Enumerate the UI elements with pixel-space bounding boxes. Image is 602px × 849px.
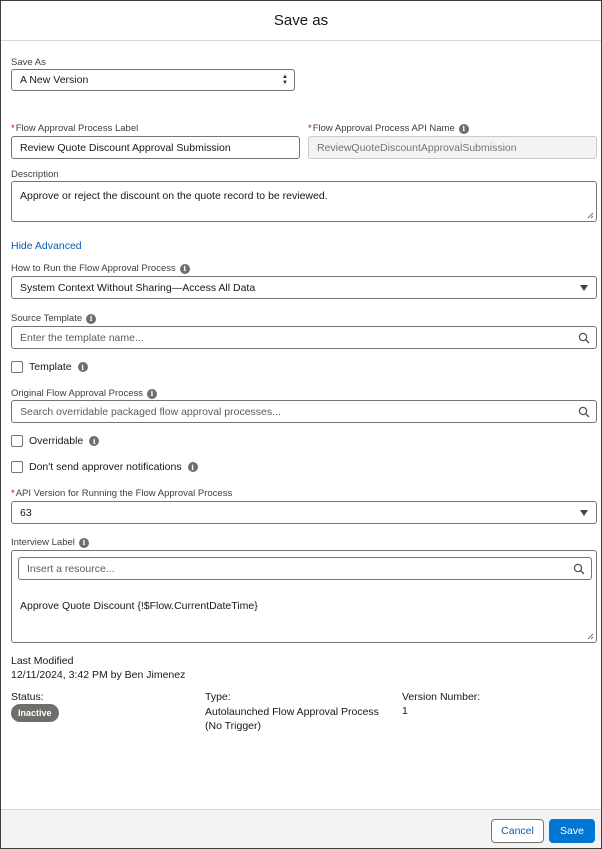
- version-label: Version Number:: [402, 691, 481, 703]
- chevron-down-icon: [580, 509, 588, 516]
- insert-resource-input[interactable]: Insert a resource...: [18, 557, 592, 580]
- save-as-select[interactable]: A New Version ▲ ▼: [11, 69, 295, 91]
- info-icon[interactable]: i: [78, 537, 89, 548]
- description-textarea[interactable]: Approve or reject the discount on the qu…: [11, 181, 597, 222]
- api-version-select[interactable]: 63: [11, 501, 597, 524]
- last-modified-value: 12/11/2024, 3:42 PM by Ben Jimenez: [11, 669, 186, 681]
- process-label-input[interactable]: Review Quote Discount Approval Submissio…: [11, 136, 300, 159]
- info-icon[interactable]: i: [147, 388, 157, 399]
- original-process-input[interactable]: Search overridable packaged flow approva…: [11, 400, 597, 423]
- template-checkbox-row[interactable]: Template i: [11, 361, 88, 373]
- source-template-input[interactable]: Enter the template name...: [11, 326, 597, 349]
- template-checkbox[interactable]: [11, 361, 23, 373]
- chevron-down-icon: [580, 284, 588, 291]
- modal-header: Save as: [1, 1, 601, 41]
- overridable-checkbox-row[interactable]: Overridable i: [11, 435, 100, 447]
- run-context-select[interactable]: System Context Without Sharing—Access Al…: [11, 276, 597, 299]
- info-icon[interactable]: i: [179, 263, 190, 274]
- info-icon[interactable]: i: [77, 362, 88, 372]
- resize-handle-icon[interactable]: [587, 633, 594, 640]
- notifications-checkbox-row[interactable]: Don't send approver notifications i: [11, 461, 198, 473]
- search-icon: [573, 563, 585, 574]
- interview-label-value[interactable]: Approve Quote Discount {!$Flow.CurrentDa…: [20, 600, 258, 612]
- type-label: Type:: [205, 691, 231, 703]
- modal-footer: Cancel Save: [1, 809, 601, 848]
- last-modified-label: Last Modified: [11, 655, 74, 667]
- info-icon[interactable]: i: [458, 123, 469, 134]
- status-label: Status:: [11, 691, 44, 703]
- resize-handle-icon[interactable]: [587, 212, 594, 219]
- info-icon[interactable]: i: [86, 313, 97, 324]
- interview-label-editor: Insert a resource... Approve Quote Disco…: [11, 550, 597, 643]
- status-badge: Inactive: [11, 704, 59, 722]
- original-process-label: Original Flow Approval Process i: [11, 388, 157, 399]
- save-button[interactable]: Save: [549, 819, 595, 843]
- notifications-checkbox[interactable]: [11, 461, 23, 473]
- api-name-input: ReviewQuoteDiscountApprovalSubmission: [308, 136, 597, 159]
- info-icon[interactable]: i: [187, 462, 198, 472]
- cancel-button[interactable]: Cancel: [491, 819, 544, 843]
- save-as-label: Save As: [11, 57, 46, 68]
- search-icon: [578, 332, 590, 343]
- api-version-label: *API Version for Running the Flow Approv…: [11, 488, 233, 499]
- modal-title: Save as: [273, 12, 329, 29]
- interview-label-label: Interview Label i: [11, 537, 89, 548]
- version-value: 1: [402, 705, 408, 717]
- source-template-label: Source Template i: [11, 313, 97, 324]
- save-as-modal: Save as Save As A New Version ▲ ▼ *Flow A…: [0, 0, 602, 849]
- select-updown-icon: ▲ ▼: [282, 74, 288, 86]
- run-context-label: How to Run the Flow Approval Process i: [11, 263, 190, 274]
- process-label-label: *Flow Approval Process Label: [11, 123, 139, 134]
- hide-advanced-link[interactable]: Hide Advanced: [11, 240, 82, 252]
- type-value: Autolaunched Flow Approval Process (No T…: [205, 706, 379, 732]
- overridable-checkbox[interactable]: [11, 435, 23, 447]
- description-label: Description: [11, 169, 59, 180]
- search-icon: [578, 406, 590, 417]
- api-name-label: *Flow Approval Process API Name i: [308, 123, 469, 134]
- info-icon[interactable]: i: [89, 436, 100, 446]
